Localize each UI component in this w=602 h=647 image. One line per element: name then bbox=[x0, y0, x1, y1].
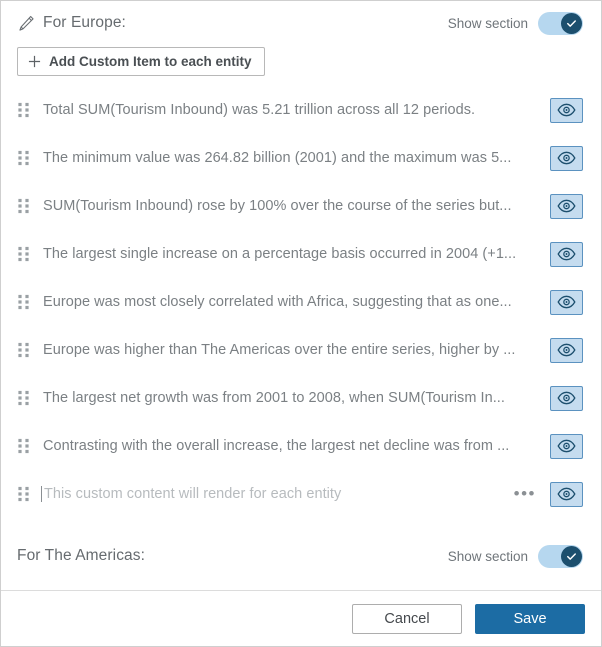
toggle-knob bbox=[561, 12, 582, 34]
eye-icon bbox=[557, 103, 576, 117]
eye-icon bbox=[557, 487, 576, 501]
visibility-toggle-button[interactable] bbox=[550, 481, 583, 507]
visibility-toggle-button[interactable] bbox=[550, 337, 583, 363]
add-custom-item-button[interactable]: Add Custom Item to each entity bbox=[17, 47, 265, 76]
drag-handle-icon[interactable] bbox=[17, 438, 31, 454]
list-item-text: The largest single increase on a percent… bbox=[43, 246, 517, 262]
list-item[interactable]: The minimum value was 264.82 billion (20… bbox=[1, 134, 601, 182]
visibility-toggle-button[interactable] bbox=[550, 193, 583, 219]
item-list-europe: Total SUM(Tourism Inbound) was 5.21 tril… bbox=[1, 86, 601, 518]
section-header-europe: For Europe: Show section bbox=[1, 1, 601, 45]
list-item[interactable]: The largest net growth was from 2001 to … bbox=[1, 374, 601, 422]
section-title: For Europe: bbox=[43, 14, 126, 31]
show-section-label: Show section bbox=[447, 15, 528, 31]
list-item-text: Total SUM(Tourism Inbound) was 5.21 tril… bbox=[43, 102, 476, 118]
show-section-toggle-the-americas[interactable] bbox=[538, 544, 583, 568]
list-item[interactable]: Total SUM(Tourism Inbound) was 5.21 tril… bbox=[1, 86, 601, 134]
drag-handle-icon[interactable] bbox=[17, 246, 31, 262]
list-item[interactable]: This custom content will render for each… bbox=[1, 470, 601, 518]
sections-scroll-area[interactable]: For Europe: Show section Add Custom Item… bbox=[1, 1, 601, 590]
item-list-the-americas: Total SUM(Tourism Inbound) was 2.57 tril… bbox=[1, 578, 601, 590]
add-custom-item-label: Add Custom Item to each entity bbox=[49, 54, 252, 69]
section-header-the-americas: For The Americas: Show section bbox=[1, 534, 601, 578]
toggle-knob bbox=[561, 545, 582, 567]
list-item-text: The minimum value was 264.82 billion (20… bbox=[43, 150, 512, 166]
list-item[interactable]: SUM(Tourism Inbound) rose by 100% over t… bbox=[1, 182, 601, 230]
drag-handle-icon[interactable] bbox=[17, 390, 31, 406]
visibility-toggle-button[interactable] bbox=[550, 433, 583, 459]
drag-handle-icon[interactable] bbox=[17, 294, 31, 310]
drag-handle-icon[interactable] bbox=[17, 198, 31, 214]
list-item-text: Europe was higher than The Americas over… bbox=[43, 342, 516, 358]
edit-summary-dialog: For Europe: Show section Add Custom Item… bbox=[0, 0, 602, 647]
list-item-text: Contrasting with the overall increase, t… bbox=[43, 438, 510, 454]
eye-icon bbox=[557, 343, 576, 357]
eye-icon bbox=[557, 247, 576, 261]
eye-icon bbox=[557, 439, 576, 453]
list-item-text: Europe was most closely correlated with … bbox=[43, 294, 512, 310]
visibility-toggle-button[interactable] bbox=[550, 289, 583, 315]
list-item[interactable]: Contrasting with the overall increase, t… bbox=[1, 422, 601, 470]
visibility-toggle-button[interactable] bbox=[550, 145, 583, 171]
cancel-button[interactable]: Cancel bbox=[352, 603, 462, 634]
list-item[interactable]: Europe was most closely correlated with … bbox=[1, 278, 601, 326]
drag-handle-icon[interactable] bbox=[17, 342, 31, 358]
drag-handle-icon[interactable] bbox=[17, 486, 31, 502]
list-item[interactable]: Total SUM(Tourism Inbound) was 2.57 tril… bbox=[1, 578, 601, 590]
dialog-footer: Cancel Save bbox=[1, 590, 601, 646]
pencil-icon[interactable] bbox=[17, 14, 36, 33]
drag-handle-icon[interactable] bbox=[17, 150, 31, 166]
list-item-text: SUM(Tourism Inbound) rose by 100% over t… bbox=[43, 198, 512, 214]
check-icon bbox=[567, 552, 576, 560]
visibility-toggle-button[interactable] bbox=[550, 589, 583, 590]
eye-icon bbox=[557, 391, 576, 405]
ellipsis-icon[interactable]: ••• bbox=[514, 485, 536, 502]
plus-icon bbox=[28, 55, 41, 68]
add-custom-item-row: Add Custom Item to each entity bbox=[1, 45, 601, 86]
list-item[interactable]: Europe was higher than The Americas over… bbox=[1, 326, 601, 374]
show-section-label: Show section bbox=[447, 548, 528, 564]
save-button[interactable]: Save bbox=[475, 603, 585, 634]
visibility-toggle-button[interactable] bbox=[550, 97, 583, 123]
eye-icon bbox=[557, 295, 576, 309]
eye-icon bbox=[557, 151, 576, 165]
drag-handle-icon[interactable] bbox=[17, 102, 31, 118]
section-title: For The Americas: bbox=[17, 547, 146, 564]
visibility-toggle-button[interactable] bbox=[550, 385, 583, 411]
eye-icon bbox=[557, 199, 576, 213]
custom-item-input[interactable]: This custom content will render for each… bbox=[41, 486, 514, 502]
show-section-toggle-europe[interactable] bbox=[538, 11, 583, 35]
list-item-text: The largest net growth was from 2001 to … bbox=[43, 390, 505, 406]
list-item[interactable]: The largest single increase on a percent… bbox=[1, 230, 601, 278]
visibility-toggle-button[interactable] bbox=[550, 241, 583, 267]
check-icon bbox=[567, 19, 576, 27]
